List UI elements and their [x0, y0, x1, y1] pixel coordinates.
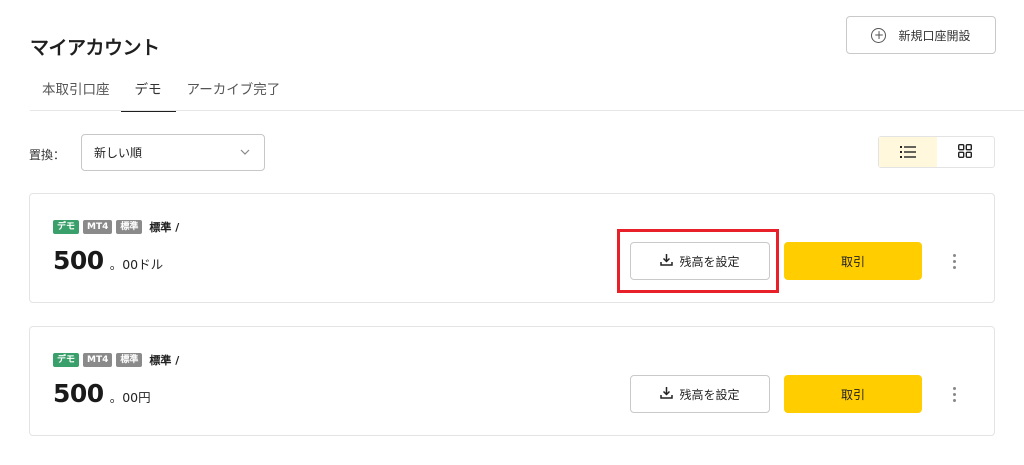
balance-integer: 500: [53, 379, 104, 408]
chevron-down-icon: [240, 147, 250, 158]
demo-badge: デモ: [53, 353, 80, 367]
set-balance-label: 残高を設定: [679, 387, 740, 402]
set-balance-button[interactable]: 残高を設定: [630, 375, 770, 413]
trade-button[interactable]: 取引: [784, 375, 922, 413]
new-account-button[interactable]: + 新規口座開設: [846, 16, 996, 54]
sort-label: 置換：: [29, 148, 66, 162]
account-badges: デモ MT4 標準 標準 /: [53, 352, 179, 368]
grid-icon: [958, 143, 973, 162]
account-card: デモ MT4 標準 標準 / 500 。00ドル 残高を設定 取引: [29, 193, 995, 303]
account-type-badge: 標準: [116, 220, 143, 234]
account-badges: デモ MT4 標準 標準 /: [53, 219, 179, 235]
account-balance: 500 。00円: [53, 379, 151, 408]
grid-view-button[interactable]: [937, 137, 995, 167]
list-icon: [899, 143, 916, 162]
tabs-divider: [30, 110, 1024, 111]
balance-decimal: 。00円: [109, 390, 151, 405]
platform-badge: MT4: [83, 220, 113, 234]
sort-select[interactable]: 新しい順: [81, 134, 265, 171]
plus-circle-icon: +: [871, 27, 887, 43]
sort-value: 新しい順: [94, 146, 143, 160]
tab-archived[interactable]: アーカイブ完了: [187, 70, 281, 112]
platform-badge: MT4: [83, 353, 113, 367]
balance-integer: 500: [53, 246, 104, 275]
view-toggle: [878, 136, 995, 168]
account-type-label: 標準 /: [149, 354, 180, 367]
account-type-badge: 標準: [116, 353, 143, 367]
account-balance: 500 。00ドル: [53, 246, 163, 275]
more-options-icon[interactable]: [948, 375, 960, 413]
new-account-label: 新規口座開設: [898, 28, 971, 43]
download-icon: [660, 386, 674, 402]
tab-live[interactable]: 本取引口座: [42, 70, 110, 112]
demo-badge: デモ: [53, 220, 80, 234]
account-type-label: 標準 /: [149, 221, 180, 234]
more-options-icon[interactable]: [948, 242, 960, 280]
balance-decimal: 。00ドル: [109, 257, 164, 272]
tab-demo[interactable]: デモ: [120, 70, 176, 112]
list-view-button[interactable]: [879, 137, 937, 167]
highlight-annotation: [617, 229, 779, 293]
account-card: デモ MT4 標準 標準 / 500 。00円 残高を設定 取引: [29, 326, 995, 436]
page-title: マイアカウント: [30, 37, 160, 59]
trade-button[interactable]: 取引: [784, 242, 922, 280]
account-tabs: 本取引口座 デモ アーカイブ完了: [42, 70, 305, 112]
